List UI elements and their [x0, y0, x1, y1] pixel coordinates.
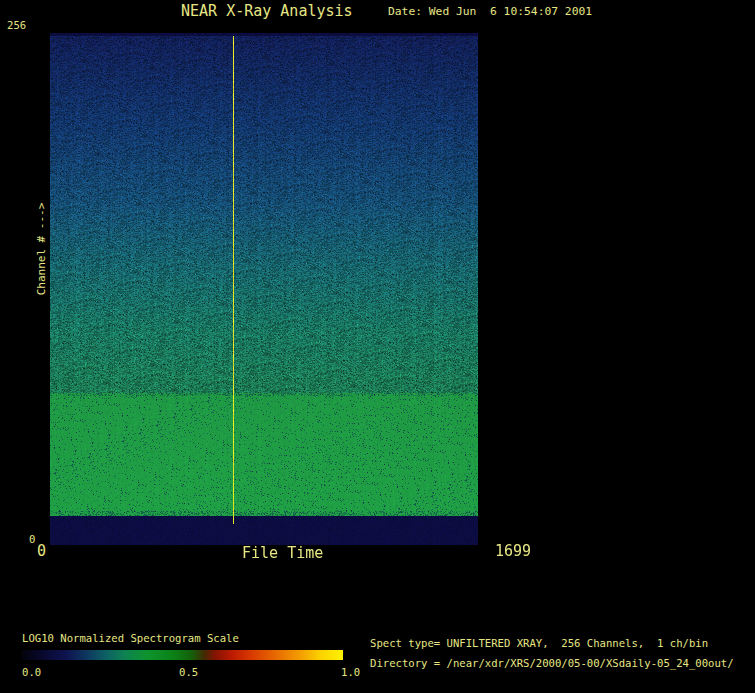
colorbar-tick-05: 0.5 — [179, 667, 198, 678]
colorbar-title: LOG10 Normalized Spectrogram Scale — [22, 633, 239, 644]
y-axis-title: Channel # ---> — [36, 203, 47, 296]
colorbar-tick-0: 0.0 — [22, 667, 41, 678]
date-label: Date: Wed Jun 6 10:54:07 2001 — [388, 6, 592, 17]
near-xray-analysis-window: NEAR X-Ray Analysis Date: Wed Jun 6 10:5… — [0, 0, 755, 693]
spect-type-line: Spect type= UNFILTERED XRAY, 256 Channel… — [370, 638, 708, 649]
x-axis-title: File Time — [242, 546, 323, 561]
spectrogram-canvas — [50, 33, 478, 545]
x-axis-max-label: 1699 — [495, 544, 531, 559]
x-axis-min-label: 0 — [37, 544, 46, 559]
y-axis-max-label: 256 — [7, 20, 26, 31]
page-title: NEAR X-Ray Analysis — [181, 4, 353, 19]
colorbar-tick-1: 1.0 — [341, 667, 360, 678]
directory-line: Directory = /near/xdr/XRS/2000/05-00/XSd… — [370, 658, 734, 669]
y-axis-min-label: 0 — [29, 534, 35, 545]
colorbar-gradient — [22, 650, 343, 660]
